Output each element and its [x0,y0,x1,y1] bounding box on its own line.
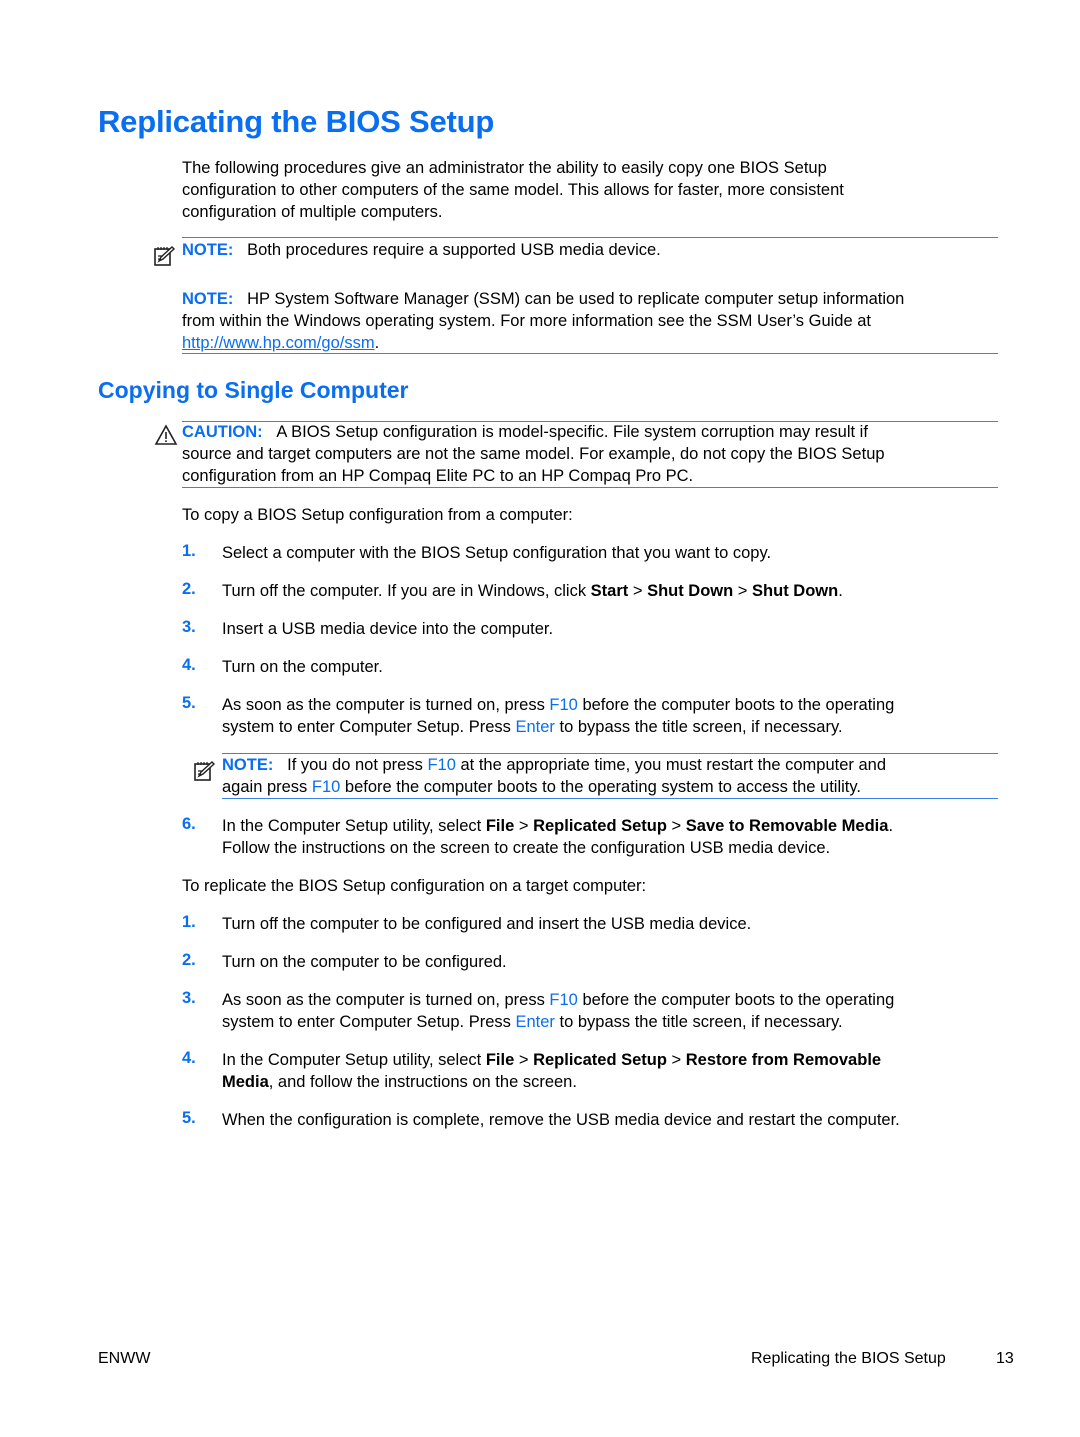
replicate-intro: To replicate the BIOS Setup configuratio… [182,877,647,895]
note-pencil-icon [154,246,176,266]
step-number: 3. [182,989,196,1007]
step-number: 5. [182,694,196,712]
step-text: As soon as the computer is turned on, pr… [222,991,550,1009]
menu-restore-from-removable-media: Restore from Removable [685,1051,882,1069]
step-text: , and follow the instructions on the scr… [268,1073,577,1091]
ssm-link[interactable]: http://www.hp.com/go/ssm [182,334,375,352]
menu-file: File [485,817,515,835]
warning-triangle-icon [154,424,178,445]
separator: > [733,582,753,600]
menu-replicated-setup: Replicated Setup [533,1051,667,1069]
separator: > [666,817,686,835]
copy-step-6: In the Computer Setup utility, select Fi… [222,815,1002,859]
intro-line: configuration of multiple computers. [182,203,443,221]
menu-start: Start [590,582,629,600]
separator: > [666,1051,686,1069]
section-title: Copying to Single Computer [98,377,409,403]
key-f10: F10 [549,696,578,714]
page-title: Replicating the BIOS Setup [98,104,495,139]
note-text: before the computer boots to the operati… [340,778,861,796]
note-2: NOTE: HP System Software Manager (SSM) c… [182,288,1002,354]
period: . [838,582,843,600]
step-number: 4. [182,656,196,674]
step-number: 5. [182,1109,196,1127]
step-text: In the Computer Setup utility, select [222,1051,486,1069]
step-text: In the Computer Setup utility, select [222,817,486,835]
caution-label: CAUTION: [182,423,263,441]
step-number: 6. [182,815,196,833]
menu-replicated-setup: Replicated Setup [533,817,667,835]
menu-save-to-removable-media: Save to Removable Media [685,817,889,835]
caution-text: source and target computers are not the … [182,445,885,463]
copy-step-2: Turn off the computer. If you are in Win… [222,580,1002,602]
step-text: Turn off the computer. If you are in Win… [222,582,591,600]
note-1: NOTE: Both procedures require a supporte… [182,239,661,261]
key-enter: Enter [515,1013,555,1031]
inner-note: NOTE: If you do not press F10 at the app… [222,754,886,798]
intro-line: The following procedures give an adminis… [182,159,827,177]
replicate-step-5: When the configuration is complete, remo… [222,1111,900,1129]
copy-step-3: Insert a USB media device into the compu… [222,620,554,638]
step-text: Follow the instructions on the screen to… [222,839,831,857]
step-text: to bypass the title screen, if necessary… [554,718,843,736]
step-text: system to enter Computer Setup. Press [222,1013,516,1031]
step-text: before the computer boots to the operati… [577,696,895,714]
intro-paragraph: The following procedures give an adminis… [182,157,1002,223]
page-number: 13 [996,1350,1014,1367]
replicate-step-2: Turn on the computer to be configured. [222,953,507,971]
key-f10: F10 [311,778,341,796]
separator: > [514,1051,534,1069]
step-text: before the computer boots to the operati… [577,991,895,1009]
step-number: 1. [182,542,196,560]
copy-step-1: Select a computer with the BIOS Setup co… [222,544,772,562]
inner-note-bottom-rule [222,798,998,799]
replicate-step-3: As soon as the computer is turned on, pr… [222,989,1002,1033]
note-label: NOTE: [182,241,234,259]
footer-section: Replicating the BIOS Setup [751,1350,946,1367]
key-f10: F10 [427,756,456,774]
step-number: 1. [182,913,196,931]
note-text: If you do not press [287,756,428,774]
separator: > [628,582,648,600]
note-pencil-icon [194,761,216,781]
note-text: from within the Windows operating system… [182,312,871,330]
footer-locale: ENWW [98,1350,151,1367]
step-text: to bypass the title screen, if necessary… [554,1013,843,1031]
note-text: at the appropriate time, you must restar… [455,756,887,774]
note-text: Both procedures require a supported USB … [247,241,661,259]
period: . [888,817,894,835]
note-label: NOTE: [182,290,234,308]
step-number: 2. [182,580,196,598]
replicate-step-1: Turn off the computer to be configured a… [222,915,752,933]
note-label: NOTE: [222,756,274,774]
caution-note: CAUTION: A BIOS Setup configuration is m… [182,421,1002,487]
caution-text: configuration from an HP Compaq Elite PC… [182,467,694,485]
note-text: again press [222,778,312,796]
step-text: system to enter Computer Setup. Press [222,718,516,736]
note-text: HP System Software Manager (SSM) can be … [247,290,905,308]
replicate-step-4: In the Computer Setup utility, select Fi… [222,1049,1002,1093]
menu-shut-down-option: Shut Down [752,582,839,600]
caution-text: A BIOS Setup configuration is model-spec… [276,423,868,441]
step-text: As soon as the computer is turned on, pr… [222,696,550,714]
key-enter: Enter [515,718,555,736]
menu-file: File [485,1051,515,1069]
separator: > [514,817,534,835]
period: . [374,334,380,352]
note-top-rule [182,237,998,238]
step-number: 4. [182,1049,196,1067]
menu-restore-from-removable-media-cont: Media [222,1073,269,1091]
note-bottom-rule [182,353,998,354]
step-number: 2. [182,951,196,969]
step-number: 3. [182,618,196,636]
key-f10: F10 [549,991,578,1009]
menu-shut-down: Shut Down [647,582,734,600]
copy-intro: To copy a BIOS Setup configuration from … [182,506,573,524]
copy-step-4: Turn on the computer. [222,658,383,676]
caution-bottom-rule [182,487,998,488]
intro-line: configuration to other computers of the … [182,181,844,199]
copy-step-5: As soon as the computer is turned on, pr… [222,694,1002,738]
